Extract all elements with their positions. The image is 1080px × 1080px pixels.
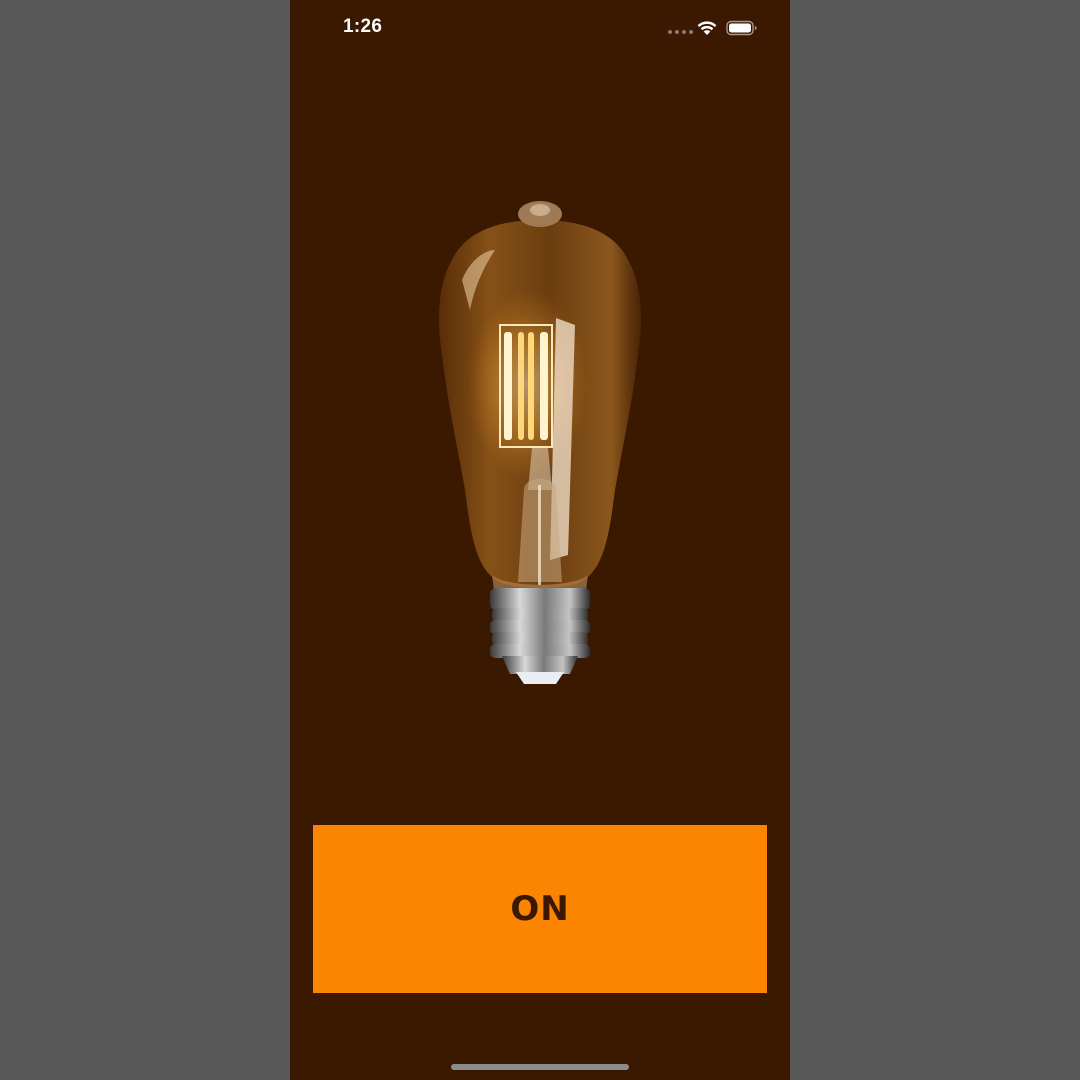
on-toggle-label: ON (510, 889, 570, 929)
light-bulb-image (438, 201, 642, 684)
on-toggle-button[interactable]: ON (313, 825, 767, 993)
status-time: 1:26 (343, 16, 383, 37)
status-bar: 1:26 (290, 0, 790, 56)
battery-icon (726, 20, 757, 36)
home-indicator[interactable] (451, 1064, 629, 1070)
wifi-icon (697, 21, 717, 35)
app-screen: 1:26 ON (290, 0, 790, 1080)
cellular-signal-icon (668, 30, 693, 34)
stage: 1:26 ON (0, 0, 1080, 1080)
